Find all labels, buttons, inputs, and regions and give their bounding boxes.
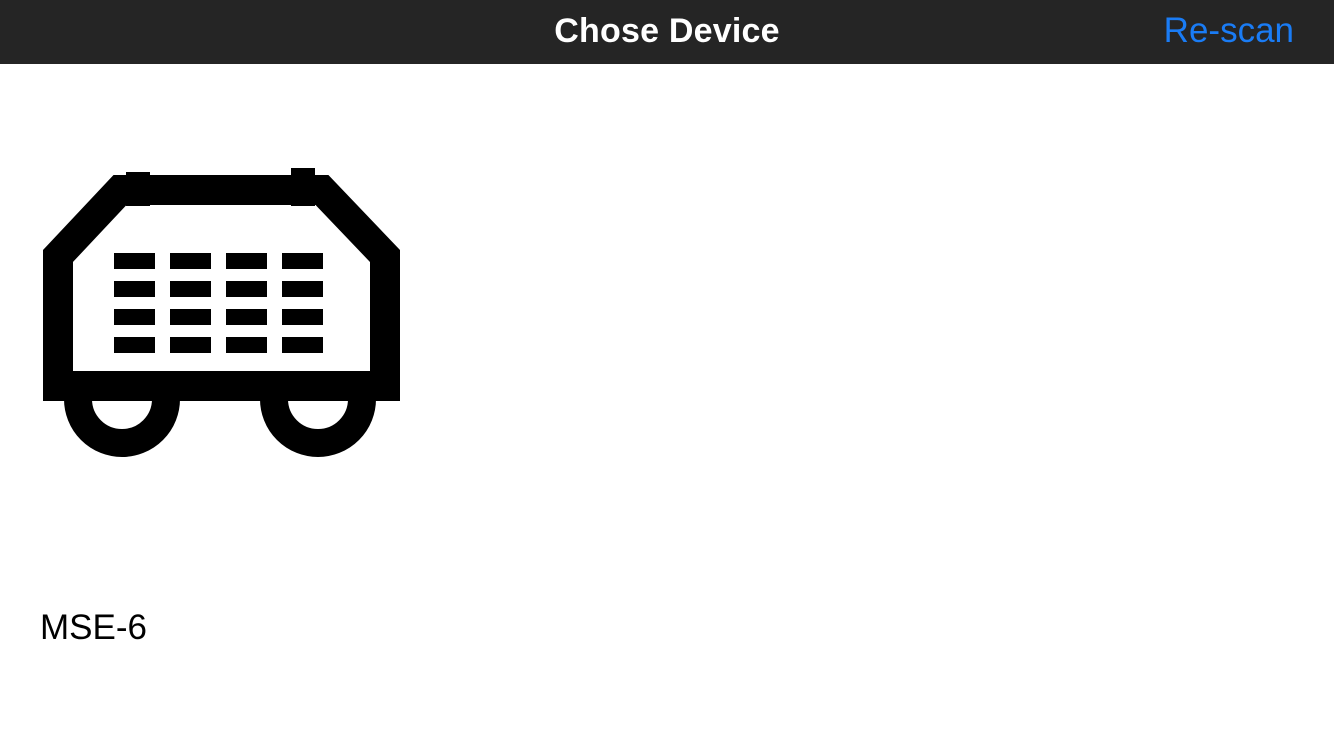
robot-vehicle-icon	[43, 168, 400, 457]
device-item[interactable]: MSE-6	[40, 164, 400, 664]
navigation-bar: Chose Device Re-scan	[0, 0, 1334, 64]
device-list: MSE-6	[0, 64, 1334, 750]
rescan-button[interactable]: Re-scan	[1164, 0, 1294, 64]
page-title: Chose Device	[554, 12, 780, 50]
device-name: MSE-6	[40, 608, 147, 647]
